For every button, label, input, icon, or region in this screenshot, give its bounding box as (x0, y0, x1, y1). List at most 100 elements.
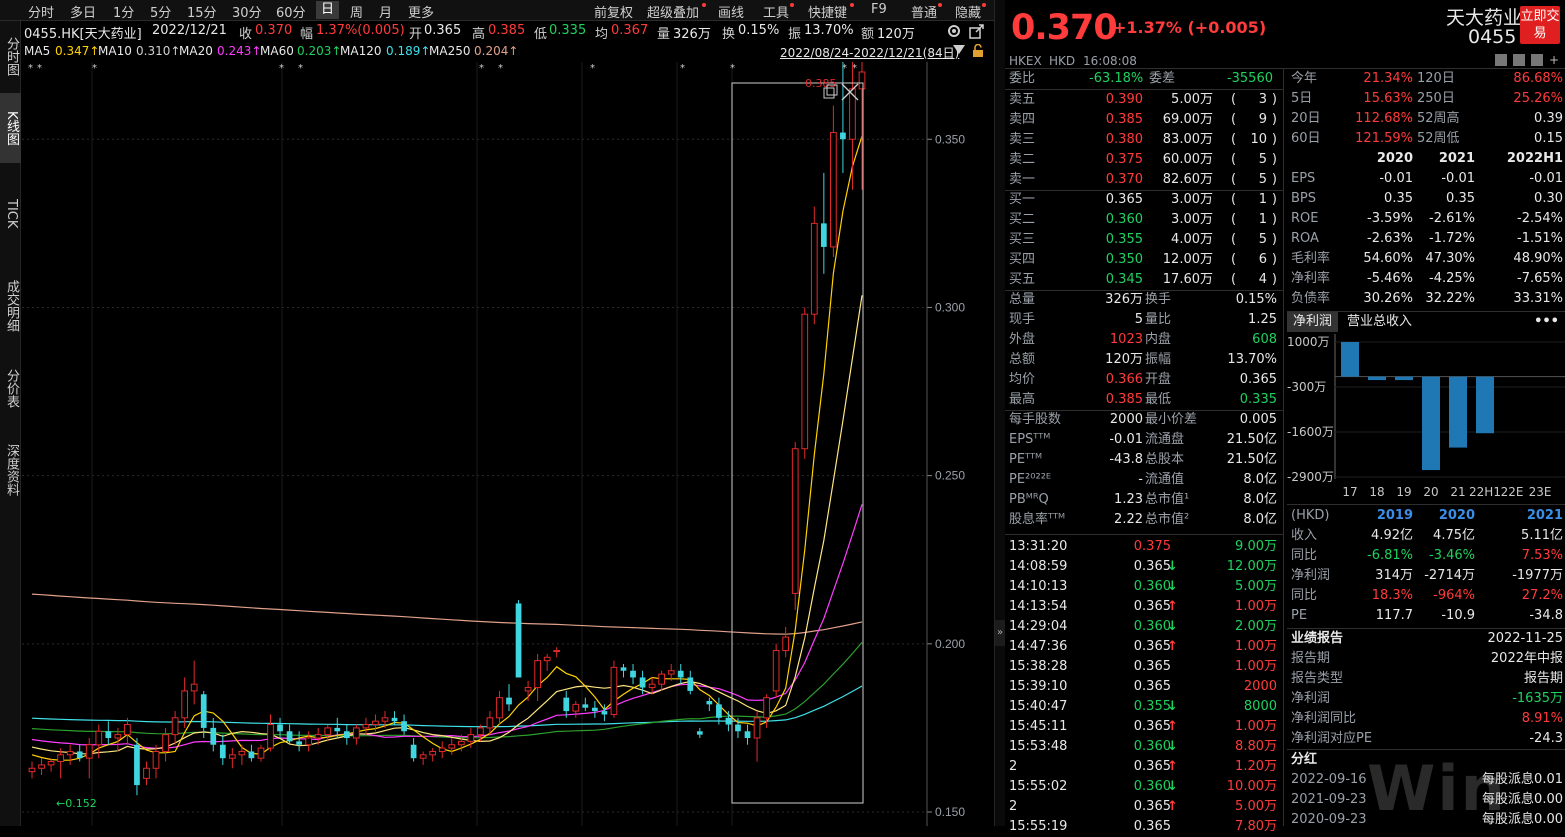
settings-gear-icon[interactable] (945, 22, 963, 40)
f9-button[interactable]: F9 (871, 2, 887, 17)
candle[interactable] (124, 717, 131, 745)
candle[interactable] (38, 758, 45, 775)
tick-row[interactable]: 14:47:36 0.365 ↑ 1.00万 (1009, 637, 1283, 657)
candle[interactable] (162, 727, 169, 762)
draw-line-button[interactable]: 画线 (718, 2, 744, 21)
bid-row[interactable]: 买三 0.355 4.00万 (5) (1009, 230, 1283, 250)
candle[interactable] (105, 721, 112, 745)
candle[interactable] (506, 684, 512, 712)
tick-row[interactable]: 13:31:20 0.375 9.00万 (1009, 537, 1283, 557)
candle[interactable] (572, 701, 580, 718)
candle[interactable] (582, 697, 589, 712)
tick-row[interactable]: 2 0.365 ↑ 1.20万 (1009, 757, 1283, 777)
tab-revenue[interactable]: 营业总收入 (1347, 312, 1412, 332)
candle[interactable] (592, 701, 598, 718)
tick-row[interactable]: 15:38:28 0.365 1.00万 (1009, 657, 1283, 677)
candle[interactable] (181, 677, 189, 728)
sidebar-item-price-table[interactable]: 分价表 (0, 357, 21, 419)
tick-row[interactable]: 14:13:54 0.365 ↑ 1.00万 (1009, 597, 1283, 617)
candle[interactable] (353, 724, 360, 745)
hide-button[interactable]: 隐藏 (955, 2, 981, 21)
more-icon[interactable]: ••• (1534, 312, 1559, 332)
tick-row[interactable]: 15:39:10 0.365 2000 (1009, 677, 1283, 697)
profit-bar[interactable] (1368, 376, 1386, 381)
candle[interactable] (801, 307, 809, 459)
bid-row[interactable]: 买二 0.360 3.00万 (1) (1009, 210, 1283, 230)
candle[interactable] (448, 738, 456, 755)
ask-row[interactable]: 卖五 0.390 5.00万 (3) (1009, 90, 1283, 110)
bid-row[interactable]: 买一 0.365 3.00万 (1) (1009, 190, 1283, 210)
candle[interactable] (248, 744, 255, 762)
candle[interactable] (753, 711, 761, 762)
tab-more[interactable]: 更多 (408, 2, 434, 21)
candle[interactable] (362, 717, 370, 735)
tab-monthly[interactable]: 月 (379, 2, 392, 21)
candle[interactable] (610, 660, 618, 718)
candle[interactable] (791, 442, 799, 611)
tab-intraday[interactable]: 分时 (28, 2, 54, 21)
tab-1min[interactable]: 1分 (113, 2, 134, 21)
candle[interactable] (553, 647, 561, 658)
candle[interactable] (429, 748, 437, 762)
lock-icon[interactable] (971, 43, 985, 58)
ask-row[interactable]: 卖三 0.380 83.00万 (10) (1009, 130, 1283, 150)
candle[interactable] (410, 738, 417, 762)
candle[interactable] (200, 690, 207, 738)
candle[interactable] (257, 744, 265, 762)
date-range-selector[interactable]: 2022/08/24-2022/12/21(84日) (780, 44, 959, 61)
candle[interactable] (324, 724, 332, 742)
bid-row[interactable]: 买五 0.345 17.60万 (4) (1009, 270, 1283, 290)
candle[interactable] (772, 643, 780, 698)
candle[interactable] (228, 748, 236, 769)
add-icon[interactable]: + (1549, 54, 1561, 66)
candle[interactable] (515, 600, 522, 678)
candle[interactable] (858, 62, 866, 190)
tab-net-profit[interactable]: 净利润 (1287, 312, 1339, 332)
candle[interactable] (725, 711, 732, 732)
tick-row[interactable]: 15:45:11 0.365 ↑ 1.00万 (1009, 717, 1283, 737)
candle[interactable] (85, 738, 93, 779)
candle[interactable] (658, 670, 666, 691)
candle[interactable] (343, 724, 350, 745)
candle[interactable] (57, 748, 64, 779)
normal-button[interactable]: 普通 (911, 2, 937, 21)
tab-5min[interactable]: 5分 (150, 2, 171, 21)
export-icon[interactable] (968, 22, 986, 40)
candle[interactable] (687, 670, 694, 695)
candle[interactable] (171, 711, 179, 745)
candle[interactable] (810, 206, 818, 325)
candle[interactable] (840, 62, 846, 173)
profit-bar[interactable] (1395, 376, 1413, 381)
tick-row[interactable]: 15:53:48 0.360 ↓ 8.80万 (1009, 737, 1283, 757)
candle[interactable] (534, 653, 541, 701)
candle[interactable] (66, 744, 74, 765)
shortcut-button[interactable]: 快捷键 (808, 2, 847, 21)
candle[interactable] (496, 690, 503, 725)
candle[interactable] (190, 660, 198, 705)
tick-row[interactable]: 15:40:47 0.355 ↓ 8000 (1009, 697, 1283, 717)
zoom-selection-box[interactable] (731, 82, 864, 804)
tick-row[interactable]: 2 0.365 ↑ 5.00万 (1009, 797, 1283, 817)
forward-adjust-button[interactable]: 前复权 (594, 2, 633, 21)
profit-bar[interactable] (1449, 376, 1467, 448)
candle[interactable] (267, 714, 274, 752)
collapse-arrow-icon[interactable]: » (995, 620, 1005, 646)
candle[interactable] (419, 751, 427, 765)
ask-row[interactable]: 卖一 0.370 82.60万 (5) (1009, 170, 1283, 190)
share-icon[interactable] (1513, 54, 1525, 66)
candle[interactable] (630, 664, 636, 685)
tick-row[interactable]: 14:29:04 0.360 ↓ 2.00万 (1009, 617, 1283, 637)
candle[interactable] (696, 727, 703, 738)
edit-icon[interactable] (1495, 54, 1507, 66)
tick-row[interactable]: 15:55:02 0.360 ↓ 10.00万 (1009, 777, 1283, 797)
tab-daily[interactable]: 日 (316, 1, 340, 19)
candle[interactable] (152, 744, 160, 779)
candle[interactable] (305, 731, 313, 752)
profit-bar[interactable] (1476, 376, 1494, 434)
candle[interactable] (543, 653, 551, 671)
ask-row[interactable]: 卖二 0.375 60.00万 (5) (1009, 150, 1283, 170)
candle[interactable] (143, 761, 150, 786)
candle[interactable] (782, 627, 790, 658)
candle[interactable] (238, 744, 246, 765)
candle[interactable] (706, 697, 713, 712)
